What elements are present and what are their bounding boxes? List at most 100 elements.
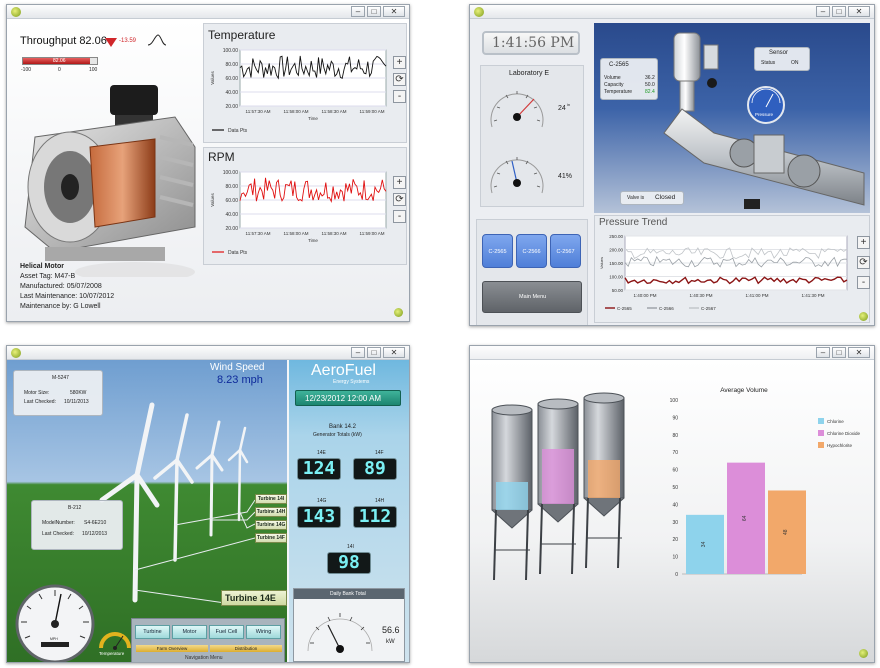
main-menu-button[interactable]: Main Menu: [482, 281, 582, 313]
y-tick-label: 0: [675, 572, 678, 578]
zoom-reset-button[interactable]: ⟳: [857, 256, 870, 269]
motor-window: – □ ✕ Throughput 82.06 -13.59 82.06 -100…: [6, 4, 410, 322]
zoom-out-button[interactable]: -: [393, 210, 406, 223]
wind-window: – □ ✕ M-5247 Motor Size: 580KW Last Chec…: [6, 345, 410, 663]
x-tick-label: 11:58:30 AM: [322, 231, 347, 236]
app-icon: [474, 7, 484, 17]
legend-label: C-2565: [617, 306, 632, 311]
app-icon: [11, 7, 21, 17]
t14f-label: 14F: [375, 450, 384, 456]
zoom-out-button[interactable]: -: [393, 90, 406, 103]
minimize-icon[interactable]: –: [816, 347, 830, 358]
motor-callout: M-5247 Motor Size: 580KW Last Checked: 1…: [13, 370, 103, 416]
y-tick-label: 100.00: [223, 170, 239, 176]
farm-overview-button[interactable]: Farm Overview: [136, 645, 208, 652]
y-axis-label: Values: [210, 193, 215, 207]
minimize-icon[interactable]: –: [351, 6, 365, 17]
gauge1-value: 24: [558, 105, 566, 112]
manufactured-date: Manufactured: 05/07/2008: [20, 283, 102, 290]
y-tick-label: 60: [672, 468, 678, 474]
sparkline-icon: [147, 34, 167, 46]
x-tick-label: 11:59:00 AM: [360, 231, 385, 236]
bar-min-label: -100: [21, 67, 32, 73]
temperature-gauge: [99, 632, 131, 650]
throughput-bar-value: 82.06: [53, 58, 66, 64]
status-icon: [859, 649, 868, 658]
bar-data-label: 64: [742, 515, 748, 521]
bank-panel: AeroFuel Energy Systems 12/23/2012 12:00…: [289, 360, 409, 662]
silo-leg: [571, 503, 575, 575]
pressure-gauge: [747, 86, 785, 124]
maximize-icon[interactable]: □: [832, 347, 846, 358]
daily-total-gauge: [307, 613, 373, 653]
turbine-tag-button[interactable]: Turbine 14H: [255, 507, 287, 517]
nav-button[interactable]: Motor: [172, 625, 207, 639]
close-icon[interactable]: ✕: [848, 6, 870, 17]
zoom-in-button[interactable]: +: [393, 176, 406, 189]
asset-tag: Asset Tag: M47-B: [20, 273, 76, 280]
motor-size-label: Motor Size:: [24, 390, 50, 396]
nav-button[interactable]: Wiring: [246, 625, 281, 639]
maximize-icon[interactable]: □: [367, 6, 381, 17]
zoom-reset-button[interactable]: ⟳: [393, 193, 406, 206]
distribution-button[interactable]: Distribution: [210, 645, 282, 652]
window-titlebar[interactable]: – □ ✕: [7, 5, 409, 19]
valve-value: Closed: [655, 194, 676, 201]
close-icon[interactable]: ✕: [383, 347, 405, 358]
valve-label: Valve is: [627, 195, 645, 201]
capacity-label: Capacity: [604, 82, 624, 88]
y-tick-label: 50.00: [612, 288, 624, 293]
daily-total-panel: Daily Bank Total 56.6 kW: [293, 588, 405, 662]
throughput-bar: 82.06: [22, 57, 98, 65]
minimize-icon[interactable]: –: [351, 347, 365, 358]
y-tick-label: 40.00: [225, 212, 238, 218]
tank-callout: C-2565 Volume 36.2 Capacity 50.0 Tempera…: [600, 58, 658, 100]
nav-button[interactable]: Turbine: [135, 625, 170, 639]
legend-swatch: [818, 418, 824, 424]
temperature-title: Temperature: [208, 28, 276, 42]
y-tick-label: 40: [672, 502, 678, 508]
tile-c-2567[interactable]: C-2567: [550, 234, 581, 268]
close-icon[interactable]: ✕: [383, 6, 405, 17]
zoom-out-button[interactable]: -: [857, 276, 870, 289]
minimize-icon[interactable]: –: [816, 6, 830, 17]
temperature-chart: 100.00 80.00 60.00 40.00 20.00 11:57:30 AM 11:…: [210, 48, 387, 134]
speedometer: [15, 584, 95, 662]
maximize-icon[interactable]: □: [367, 347, 381, 358]
legend-label: Data Pts: [228, 250, 248, 256]
nav-button[interactable]: Fuel Cell: [209, 625, 244, 639]
legend-label: Chlorine Dioxide: [827, 431, 861, 436]
datetime-button[interactable]: 12/23/2012 12:00 AM: [295, 390, 401, 406]
window-titlebar[interactable]: – □ ✕: [470, 346, 874, 360]
temperature-row-label: Temperature: [604, 89, 633, 95]
close-icon[interactable]: ✕: [848, 347, 870, 358]
maximize-icon[interactable]: □: [832, 6, 846, 17]
turbine-tag-button[interactable]: Turbine 14I: [255, 494, 287, 504]
pressure-trend-chart: 250.00 200.00 150.00 100.00 50.00 1:40:00 PM 1…: [599, 234, 848, 311]
pipe-scene: C-2565 Volume 36.2 Capacity 50.0 Tempera…: [594, 23, 870, 213]
y-tick-label: 30: [672, 520, 678, 526]
pipe-illustration: [663, 32, 865, 209]
turbine-tag-button[interactable]: Turbine 14F: [255, 533, 287, 543]
average-volume-chart[interactable]: Average Volume10090807060504030201003464…: [660, 374, 870, 584]
x-tick-label: 1:41:00 PM: [745, 293, 768, 298]
y-tick-label: 20.00: [225, 226, 238, 232]
tile-c-2565[interactable]: C-2565: [482, 234, 513, 268]
motor-size-value: 580KW: [70, 390, 87, 396]
gauge1-unit: in: [567, 102, 571, 107]
zoom-reset-button[interactable]: ⟳: [393, 73, 406, 86]
tile-c-2566[interactable]: C-2566: [516, 234, 547, 268]
bar-max-label: 100: [89, 67, 98, 73]
window-titlebar[interactable]: – □ ✕: [470, 5, 874, 19]
legend-label: Data Pts: [228, 128, 248, 134]
turbine-tag-button[interactable]: Turbine 14G: [255, 520, 287, 530]
temperature-row-value: 82.4: [645, 89, 655, 95]
window-titlebar[interactable]: – □ ✕: [7, 346, 409, 360]
temperature-chart-panel: Temperature 100.00 80.00 60.00 40.00 20.00 11…: [203, 23, 407, 143]
zoom-in-button[interactable]: +: [857, 236, 870, 249]
zoom-in-button[interactable]: +: [393, 56, 406, 69]
turbine-selected-button[interactable]: Turbine 14E: [221, 590, 287, 606]
bar-data-label: 48: [783, 529, 789, 535]
y-tick-label: 40.00: [225, 90, 238, 96]
silo-top: [537, 398, 579, 410]
